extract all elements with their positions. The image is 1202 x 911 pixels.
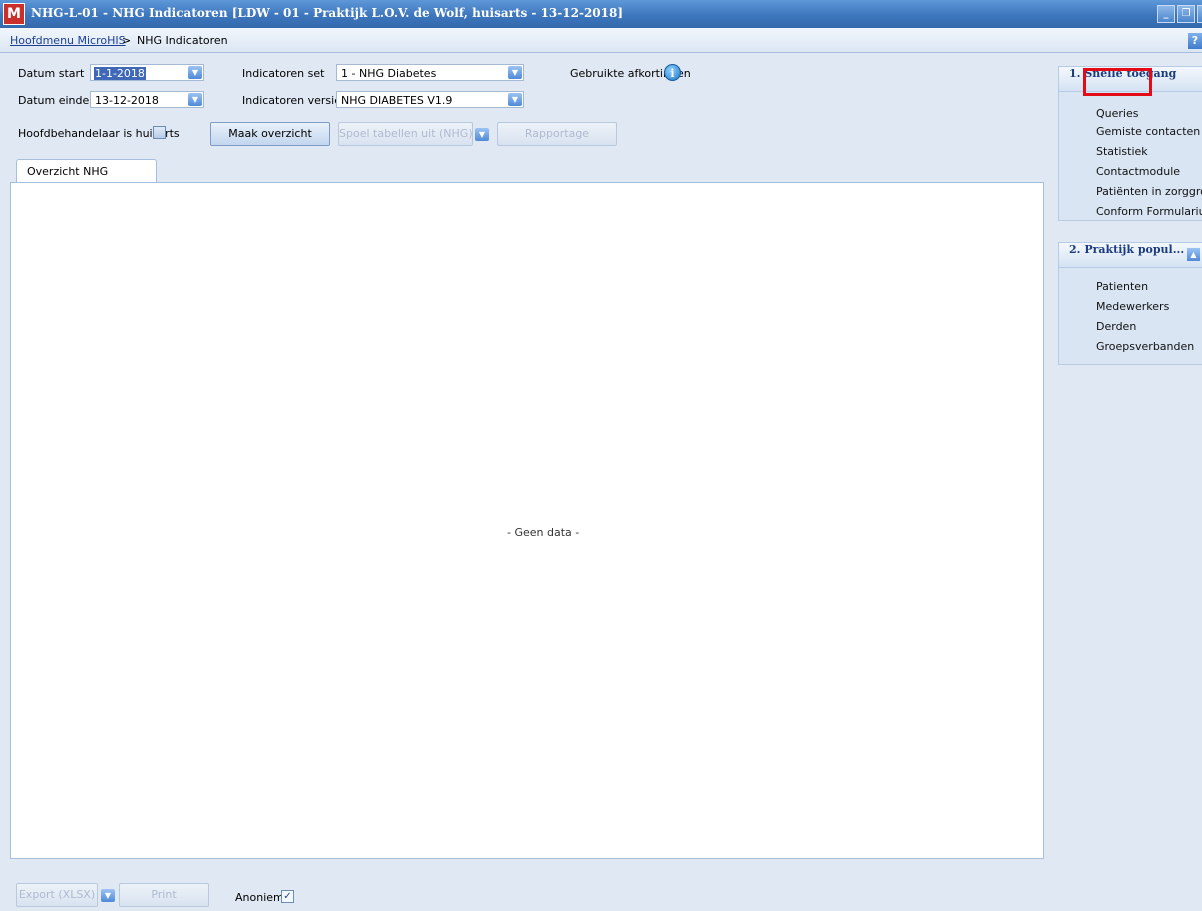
sidebar-item-statistiek[interactable]: Statistiek <box>1096 145 1148 158</box>
chevron-down-icon[interactable]: ▼ <box>508 66 522 79</box>
breadcrumb-current: NHG Indicatoren <box>137 34 228 47</box>
tab-overzicht-nhg-indicatoren[interactable]: Overzicht NHG Indicatoren <box>16 159 157 202</box>
minimize-button[interactable]: _ <box>1157 5 1175 23</box>
maak-overzicht-button[interactable]: Maak overzicht <box>210 122 330 146</box>
datum-start-input[interactable]: 1-1-2018 ▼ <box>90 64 204 81</box>
sidebar-group-praktijk-populatie: 2. Praktijk popul... ▲ Patienten Medewer… <box>1058 242 1202 365</box>
help-icon[interactable]: ? <box>1188 33 1202 49</box>
anoniem-label: Anoniem <box>235 891 284 904</box>
sidebar-item-patienten[interactable]: Patienten <box>1096 280 1148 293</box>
sidebar-item-patienten-in-zorggroep[interactable]: Patiënten in zorggroep <box>1096 185 1202 198</box>
indicatoren-versie-select[interactable]: NHG DIABETES V1.9 ▼ <box>336 91 524 108</box>
sidebar-item-groepsverbanden[interactable]: Groepsverbanden <box>1096 340 1194 353</box>
anoniem-checkbox[interactable]: ✓ <box>281 890 294 903</box>
sidebar-item-conform-formularium[interactable]: Conform Formularium <box>1096 205 1202 218</box>
breadcrumb: Hoofdmenu MicroHIS > NHG Indicatoren <box>0 28 1202 53</box>
indicatoren-set-label: Indicatoren set <box>242 67 325 80</box>
microhis-logo-icon: M <box>3 3 25 25</box>
datum-einde-value: 13-12-2018 <box>95 94 159 107</box>
empty-state-text: - Geen data - <box>507 526 580 539</box>
datum-einde-label: Datum einde <box>18 94 90 107</box>
results-panel: - Geen data - <box>10 182 1044 859</box>
sidebar-item-queries[interactable]: Queries <box>1096 107 1138 120</box>
indicatoren-set-select[interactable]: 1 - NHG Diabetes ▼ <box>336 64 524 81</box>
chevron-down-icon[interactable]: ▼ <box>508 93 522 106</box>
window-title: NHG-L-01 - NHG Indicatoren [LDW - 01 - P… <box>31 6 624 20</box>
restore-button[interactable]: ❐ <box>1177 5 1195 23</box>
sidebar-item-contactmodule[interactable]: Contactmodule <box>1096 165 1180 178</box>
indicatoren-versie-label: Indicatoren versie <box>242 94 341 107</box>
breadcrumb-separator: > <box>122 34 132 47</box>
datum-start-value: 1-1-2018 <box>94 67 146 80</box>
breadcrumb-home-link[interactable]: Hoofdmenu MicroHIS <box>10 34 126 47</box>
title-bar: M NHG-L-01 - NHG Indicatoren [LDW - 01 -… <box>0 0 1202 28</box>
indicatoren-versie-value: NHG DIABETES V1.9 <box>341 94 453 107</box>
chevron-down-icon[interactable]: ▼ <box>188 93 202 106</box>
export-xlsx-button[interactable]: Export (XLSX) <box>16 883 98 907</box>
sidebar-item-gemiste-contacten[interactable]: Gemiste contacten <box>1096 125 1200 138</box>
rapportage-button[interactable]: Rapportage <box>497 122 617 146</box>
collapse-icon[interactable]: ▲ <box>1187 248 1200 261</box>
spoel-tabellen-button[interactable]: Spoel tabellen uit (NHG) <box>338 122 473 146</box>
chevron-down-icon[interactable]: ▼ <box>188 66 202 79</box>
hoofdbehandelaar-checkbox[interactable] <box>153 126 166 139</box>
datum-einde-input[interactable]: 13-12-2018 ▼ <box>90 91 204 108</box>
sidebar-group-title[interactable]: 2. Praktijk popul... ▲ <box>1059 243 1202 268</box>
close-button[interactable] <box>1197 5 1202 23</box>
indicatoren-set-value: 1 - NHG Diabetes <box>341 67 437 80</box>
sidebar-group-title-text: 2. Praktijk popul... <box>1069 243 1185 256</box>
print-button[interactable]: Print <box>119 883 209 907</box>
datum-start-label: Datum start <box>18 67 85 80</box>
chevron-down-icon[interactable]: ▼ <box>101 889 115 902</box>
sidebar-item-medewerkers[interactable]: Medewerkers <box>1096 300 1169 313</box>
sidebar-item-derden[interactable]: Derden <box>1096 320 1136 333</box>
chevron-down-icon[interactable]: ▼ <box>475 128 489 141</box>
highlight-box <box>1083 68 1152 96</box>
info-icon[interactable]: i <box>664 64 681 81</box>
